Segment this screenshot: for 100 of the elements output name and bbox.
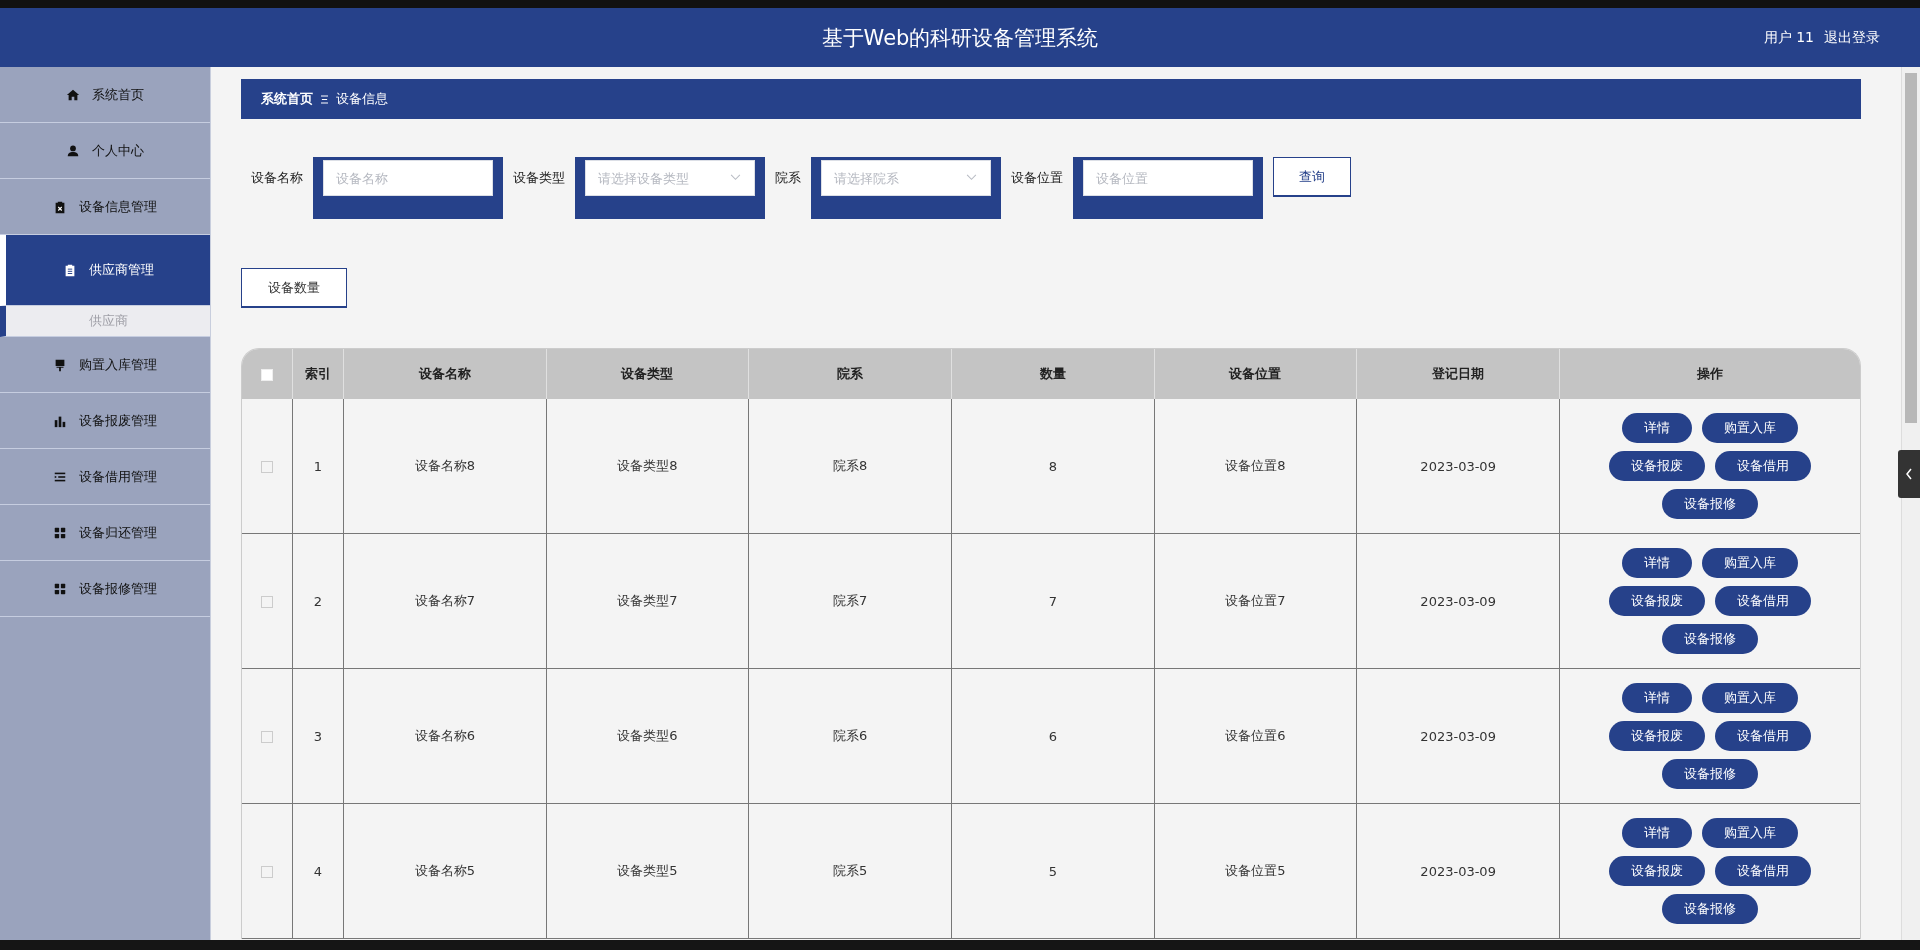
action-button[interactable]: 详情 [1622,548,1692,578]
device-count-button[interactable]: 设备数量 [241,268,347,308]
table-cell: 7 [951,533,1155,669]
table-cell: 4 [292,803,344,939]
row-checkbox[interactable] [261,731,273,743]
table-cell: 2023-03-09 [1356,668,1560,804]
action-button[interactable]: 设备报修 [1662,894,1758,924]
action-button[interactable]: 详情 [1622,413,1692,443]
row-checkbox[interactable] [261,596,273,608]
scrollbar-thumb[interactable] [1905,73,1917,423]
grid-icon [53,525,67,540]
home-icon [66,87,80,102]
menu-item-label: 设备借用管理 [79,467,157,486]
menu-item-label: 系统首页 [92,85,144,104]
breadcrumb-item: 设备信息 [336,90,388,108]
menu-item[interactable]: 设备报废管理 [0,393,210,449]
table-cell: 院系5 [748,803,952,939]
table-cell: 设备名称7 [343,533,547,669]
menu-item[interactable]: 供应商管理 [0,235,210,306]
table-cell: 设备位置7 [1154,533,1357,669]
table-cell: 设备位置8 [1154,399,1357,534]
column-header: 设备名称 [343,349,547,399]
table-cell: 设备类型5 [546,803,749,939]
action-button[interactable]: 设备报修 [1662,624,1758,654]
row-checkbox[interactable] [261,866,273,878]
separator-icon [321,94,328,104]
menu-item-label: 设备报废管理 [79,411,157,430]
column-header: 索引 [292,349,344,399]
menu-item[interactable]: 个人中心 [0,123,210,179]
table-cell: 1 [292,399,344,534]
table-cell: 设备名称6 [343,668,547,804]
menu-item[interactable]: 购置入库管理 [0,337,210,393]
scrollbar[interactable] [1901,67,1920,940]
table-cell: 设备类型7 [546,533,749,669]
select-field[interactable]: 请选择设备类型 [575,157,765,219]
field-label: 设备位置 [1011,169,1063,187]
clipboard-x-icon [53,199,67,214]
column-header: 数量 [951,349,1155,399]
table-cell: 院系8 [748,399,952,534]
input-field[interactable]: 设备位置 [1073,157,1263,219]
action-button[interactable]: 购置入库 [1702,413,1798,443]
select-field[interactable]: 请选择院系 [811,157,1001,219]
table-cell: 5 [951,803,1155,939]
action-button[interactable]: 购置入库 [1702,548,1798,578]
column-header: 设备类型 [546,349,749,399]
table-cell: 3 [292,668,344,804]
menu-item-label: 个人中心 [92,141,144,160]
menu-item-label: 设备归还管理 [79,523,157,542]
field-label: 院系 [775,169,801,187]
menu-item[interactable]: 设备报修管理 [0,561,210,617]
action-button[interactable]: 购置入库 [1702,683,1798,713]
table-cell: 2023-03-09 [1356,399,1560,534]
logout-link[interactable]: 退出登录 [1824,28,1880,47]
column-header: 登记日期 [1356,349,1560,399]
user-name: 用户 11 [1763,28,1814,47]
action-button[interactable]: 设备报废 [1609,586,1705,616]
menu-item[interactable]: 设备归还管理 [0,505,210,561]
menu-item-label: 设备报修管理 [79,579,157,598]
search-button[interactable]: 查询 [1273,157,1351,197]
action-button[interactable]: 购置入库 [1702,818,1798,848]
field-label: 设备类型 [513,169,565,187]
action-button[interactable]: 设备借用 [1715,586,1811,616]
table-cell: 设备类型8 [546,399,749,534]
grid-icon [53,581,67,596]
column-header: 院系 [748,349,952,399]
action-button[interactable]: 设备报废 [1609,451,1705,481]
input-field[interactable]: 设备名称 [313,157,503,219]
action-button[interactable]: 设备报修 [1662,759,1758,789]
table-cell: 设备名称5 [343,803,547,939]
row-checkbox[interactable] [261,461,273,473]
menu-item[interactable]: 系统首页 [0,67,210,123]
action-button[interactable]: 设备报废 [1609,721,1705,751]
caret-icon [730,174,741,181]
collapse-tab[interactable] [1898,450,1920,498]
app-title: 基于Web的科研设备管理系统 [820,24,1100,52]
table-cell: 院系7 [748,533,952,669]
menu-item-label: 供应商管理 [88,261,154,279]
table-cell: 设备位置6 [1154,668,1357,804]
caret-icon [966,174,977,181]
field-label: 设备名称 [251,169,303,187]
action-button[interactable]: 设备报废 [1609,856,1705,886]
breadcrumb-item[interactable]: 系统首页 [261,90,313,108]
action-button[interactable]: 设备借用 [1715,856,1811,886]
table-cell: 2 [292,533,344,669]
person-icon [66,143,80,158]
table-cell: 院系6 [748,668,952,804]
action-button[interactable]: 详情 [1622,683,1692,713]
menu-item[interactable]: 设备借用管理 [0,449,210,505]
action-button[interactable]: 设备借用 [1715,721,1811,751]
table-cell: 2023-03-09 [1356,533,1560,669]
table-cell: 6 [951,668,1155,804]
column-header: 操作 [1559,349,1860,399]
action-button[interactable]: 详情 [1622,818,1692,848]
table-cell: 设备名称8 [343,399,547,534]
chevron-left-icon [1905,468,1913,480]
action-button[interactable]: 设备借用 [1715,451,1811,481]
select-all-checkbox[interactable] [261,369,273,381]
action-button[interactable]: 设备报修 [1662,489,1758,519]
brush-icon [53,357,67,372]
table-cell: 8 [951,399,1155,534]
